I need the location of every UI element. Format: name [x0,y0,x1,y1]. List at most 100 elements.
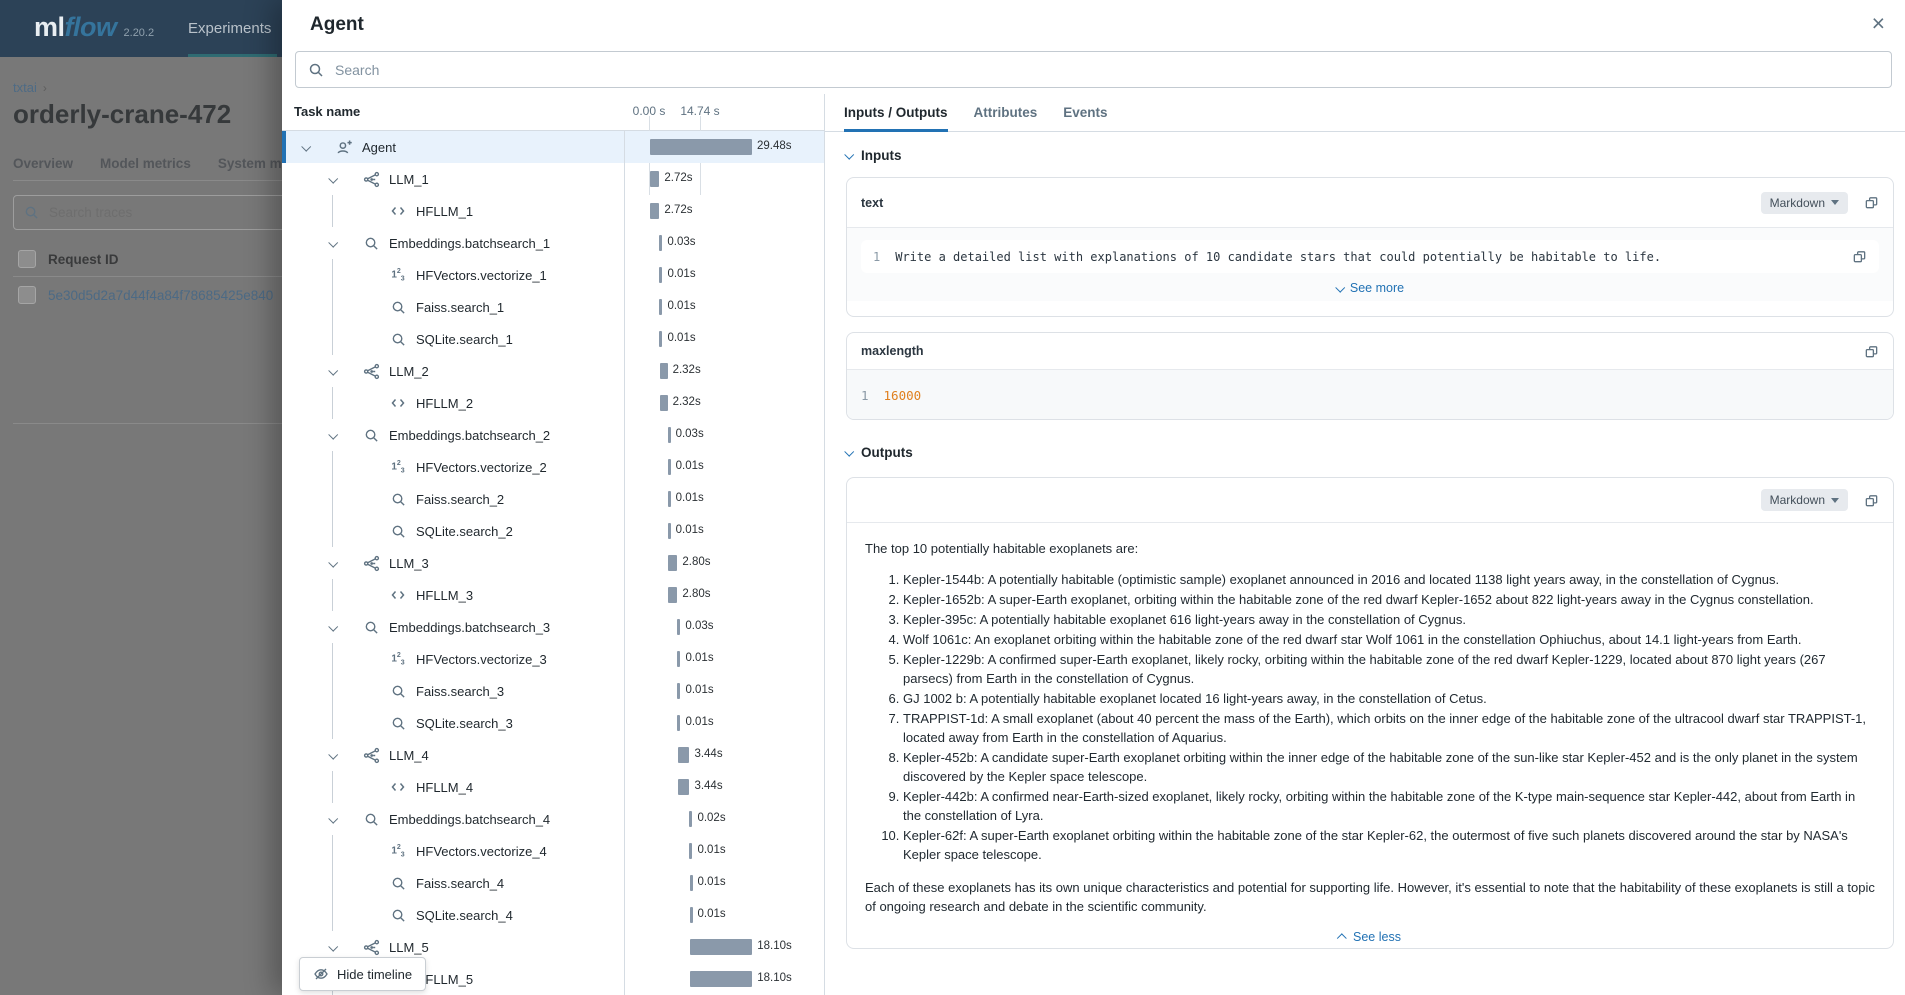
task-row[interactable]: LLM_43.44s [282,739,824,771]
task-row[interactable]: LLM_32.80s [282,547,824,579]
inputs-section-header[interactable]: Inputs [845,148,902,163]
task-row[interactable]: HFLLM_12.72s [282,195,824,227]
timeline-cell: 0.01s [624,515,824,547]
chevron-down-icon[interactable] [321,176,343,183]
task-row[interactable]: Embeddings.batchsearch_10.03s [282,227,824,259]
chevron-down-icon[interactable] [321,944,343,951]
breadcrumb[interactable]: txtai› [13,80,47,95]
task-row[interactable]: HFLLM_32.80s [282,579,824,611]
markdown-dropdown[interactable]: Markdown [1761,489,1848,511]
indent-guide [332,899,333,931]
task-cell: Embeddings.batchsearch_2 [282,419,624,451]
task-row[interactable]: Embeddings.batchsearch_30.03s [282,611,824,643]
task-row[interactable]: 123HFVectors.vectorize_30.01s [282,643,824,675]
chevron-down-icon[interactable] [321,560,343,567]
task-row[interactable]: 123HFVectors.vectorize_20.01s [282,451,824,483]
timeline-cell: 18.10s [624,963,824,995]
task-row[interactable]: Embeddings.batchsearch_40.02s [282,803,824,835]
search-icon [387,300,409,315]
chevron-down-icon[interactable] [321,624,343,631]
task-row[interactable]: 123HFVectors.vectorize_40.01s [282,835,824,867]
output-list-item: Kepler-62f: A super-Earth exoplanet orbi… [903,826,1875,864]
task-cell: Faiss.search_1 [282,291,624,323]
tab-inputs-outputs[interactable]: Inputs / Outputs [844,94,948,131]
mlflow-logo[interactable]: ml flow 2.20.2 [34,12,154,43]
tab-attributes[interactable]: Attributes [974,94,1038,131]
indent-guide [332,579,333,611]
request-id-link[interactable]: 5e30d5d2a7d44f4a84f78685425e840 [48,288,273,303]
timeline-bar [677,619,680,635]
task-row[interactable]: SQLite.search_40.01s [282,899,824,931]
timeline-bar [659,299,662,315]
timeline-cell: 2.32s [624,355,824,387]
breadcrumb-link[interactable]: txtai [13,80,37,95]
copy-icon[interactable] [1852,249,1867,264]
timeline-cell: 0.01s [624,867,824,899]
copy-icon[interactable] [1864,493,1879,508]
chevron-down-icon[interactable] [321,432,343,439]
field-name-label: text [861,196,883,210]
chevron-down-icon[interactable] [321,240,343,247]
see-more-link[interactable]: See more [861,281,1879,295]
task-duration: 3.44s [694,748,722,760]
task-row[interactable]: Faiss.search_10.01s [282,291,824,323]
task-row[interactable]: SQLite.search_30.01s [282,707,824,739]
timeline-cell: 0.03s [624,611,824,643]
hide-timeline-button[interactable]: Hide timeline [299,957,426,991]
tab-events[interactable]: Events [1063,94,1107,131]
chevron-down-icon[interactable] [294,144,316,151]
inputs-section-label: Inputs [861,148,902,163]
tab-model-metrics[interactable]: Model metrics [100,156,191,171]
tab-overview[interactable]: Overview [13,156,73,171]
chevron-down-icon[interactable] [321,752,343,759]
chevron-down-icon[interactable] [321,368,343,375]
task-row[interactable]: SQLite.search_20.01s [282,515,824,547]
task-duration: 0.01s [667,268,695,280]
task-row[interactable]: Faiss.search_40.01s [282,867,824,899]
timeline-cell: 3.44s [624,739,824,771]
markdown-dropdown[interactable]: Markdown [1761,192,1848,214]
output-list-item: Kepler-1652b: A super-Earth exoplanet, o… [903,590,1875,609]
task-row[interactable]: HFLLM_22.32s [282,387,824,419]
select-all-checkbox[interactable] [18,250,36,268]
timeline-cell: 0.02s [624,803,824,835]
task-row[interactable]: Faiss.search_30.01s [282,675,824,707]
chevron-down-icon[interactable] [321,816,343,823]
output-list-item: GJ 1002 b: A potentially habitable exopl… [903,689,1875,708]
task-row[interactable]: LLM_12.72s [282,163,824,195]
llm-icon [360,171,382,188]
nav-experiments[interactable]: Experiments [188,0,271,57]
span-search-box[interactable] [295,51,1892,88]
see-less-link[interactable]: See less [865,928,1875,947]
task-name-label: LLM_5 [389,940,429,955]
outputs-section-header[interactable]: Outputs [845,445,913,460]
task-row[interactable]: LLM_22.32s [282,355,824,387]
task-name-label: HFLLM_2 [416,396,473,411]
task-row[interactable]: 123HFVectors.vectorize_10.01s [282,259,824,291]
task-row[interactable]: Agent29.48s [282,131,824,163]
input-text-card-body: 1 Write a detailed list with explanation… [847,228,1893,301]
detail-body: Inputs text Markdown [825,132,1905,995]
indent-guide [332,835,333,867]
task-row[interactable]: SQLite.search_10.01s [282,323,824,355]
copy-icon[interactable] [1864,195,1879,210]
output-list-item: Kepler-452b: A candidate super-Earth exo… [903,748,1875,786]
search-icon [360,812,382,827]
output-list-item: Kepler-442b: A confirmed near-Earth-size… [903,787,1875,825]
span-search-input[interactable] [333,61,1879,79]
task-row[interactable]: Faiss.search_20.01s [282,483,824,515]
task-row[interactable]: Embeddings.batchsearch_20.03s [282,419,824,451]
close-icon[interactable]: × [1872,12,1885,35]
task-row[interactable]: HFLLM_43.44s [282,771,824,803]
search-icon [387,684,409,699]
task-name-label: LLM_1 [389,172,429,187]
task-tree-pane: Task name 0.00 s 14.74 s Agent29.48sLLM_… [282,94,824,995]
timeline-bar [668,427,671,443]
output-list-item: Kepler-1229b: A confirmed super-Earth ex… [903,650,1875,688]
task-duration: 0.01s [676,492,704,504]
task-cell: Agent [282,131,624,163]
logo-ml: ml [34,12,65,43]
task-duration: 0.03s [667,236,695,248]
row-checkbox[interactable] [18,286,36,304]
copy-icon[interactable] [1864,344,1879,359]
